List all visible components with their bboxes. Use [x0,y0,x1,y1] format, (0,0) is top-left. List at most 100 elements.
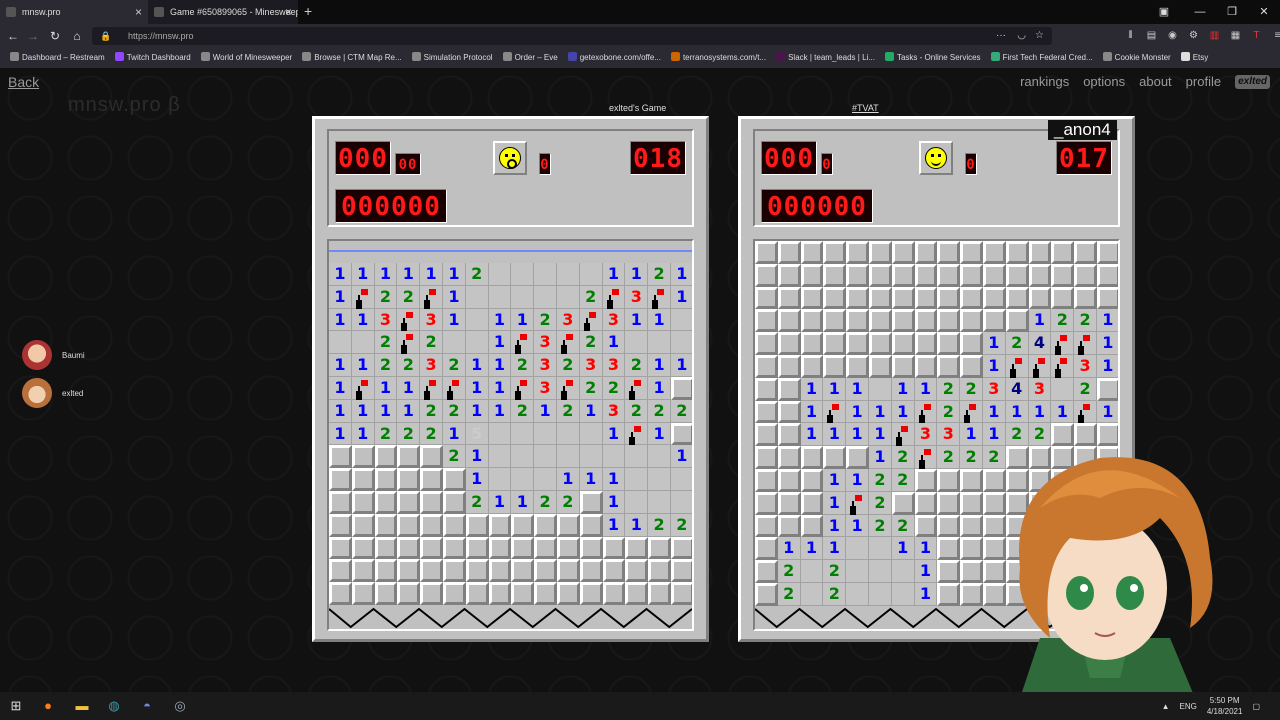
empty-cell[interactable] [625,331,649,355]
number-cell[interactable]: 2 [579,376,603,400]
hidden-cell[interactable] [625,536,649,560]
number-cell[interactable]: 2 [777,582,801,606]
number-cell[interactable]: 1 [868,446,892,469]
hidden-cell[interactable] [755,400,778,424]
file-explorer-icon[interactable]: ▬ [72,696,92,716]
empty-cell[interactable] [579,263,603,286]
hidden-cell[interactable] [755,514,778,538]
empty-cell[interactable] [1051,377,1075,401]
empty-cell[interactable] [534,445,557,469]
hidden-cell[interactable] [777,354,801,378]
hidden-cell[interactable] [511,536,535,560]
hidden-cell[interactable] [937,354,961,378]
bookmark-item[interactable]: Order – Eve [502,48,558,68]
account-icon[interactable]: ◉ [1164,27,1181,45]
number-cell[interactable]: 1 [914,537,938,561]
empty-cell[interactable] [534,422,557,446]
hidden-cell[interactable] [329,559,352,583]
hidden-cell[interactable] [648,536,671,560]
number-cell[interactable]: 1 [823,377,847,401]
hidden-cell[interactable] [777,309,801,333]
number-cell[interactable]: 1 [1051,400,1075,424]
forward-icon[interactable]: → [24,27,42,45]
number-cell[interactable]: 4 [1028,332,1052,355]
empty-cell[interactable] [846,560,869,583]
number-cell[interactable]: 1 [420,263,443,286]
number-cell[interactable]: 2 [397,354,421,377]
hidden-cell[interactable] [511,559,535,583]
number-cell[interactable]: 3 [556,308,580,332]
hidden-cell[interactable] [755,468,778,492]
number-cell[interactable]: 2 [374,422,398,446]
hidden-cell[interactable] [374,513,398,537]
hidden-cell[interactable] [755,560,778,583]
hidden-cell[interactable] [914,468,938,492]
hidden-cell[interactable] [800,491,824,515]
number-cell[interactable]: 1 [891,537,915,561]
hidden-cell[interactable] [374,582,398,605]
hidden-cell[interactable] [648,582,671,605]
number-cell[interactable]: 2 [442,399,466,423]
hidden-cell[interactable] [511,582,535,605]
bookmark-item[interactable]: getexobone.com/offe... [567,48,661,68]
number-cell[interactable]: 3 [937,423,961,447]
hidden-cell[interactable] [556,513,580,537]
hidden-cell[interactable] [982,309,1006,333]
number-cell[interactable]: 2 [442,354,466,377]
number-cell[interactable]: 2 [891,446,915,469]
number-cell[interactable]: 1 [670,354,692,377]
number-cell[interactable]: 2 [511,399,535,423]
empty-cell[interactable] [800,560,824,583]
tab-mnsw[interactable]: mnsw.pro × [0,0,148,24]
hidden-cell[interactable] [937,491,961,515]
player-entry[interactable]: exlted [22,378,83,408]
hidden-cell[interactable] [1074,263,1097,287]
hidden-cell[interactable] [1074,286,1097,310]
hidden-cell[interactable] [1051,263,1075,287]
number-cell[interactable]: 2 [625,354,649,377]
hidden-cell[interactable] [937,537,961,561]
clock[interactable]: 5:50 PM 4/18/2021 [1207,695,1243,717]
number-cell[interactable]: 1 [914,377,938,401]
extension-icon[interactable]: ▦ [1227,27,1244,45]
hidden-cell[interactable] [420,559,443,583]
number-cell[interactable]: 1 [329,285,352,309]
number-cell[interactable]: 2 [397,285,421,309]
reload-icon[interactable]: ↻ [46,27,64,45]
number-cell[interactable]: 1 [823,514,847,538]
hidden-cell[interactable] [442,536,466,560]
hidden-cell[interactable] [755,423,778,447]
notifications-icon[interactable]: ▢ [1252,702,1260,711]
hidden-cell[interactable] [374,468,398,491]
flagged-cell[interactable] [397,331,421,355]
hidden-cell[interactable] [511,513,535,537]
flagged-cell[interactable] [351,376,375,400]
number-cell[interactable]: 2 [823,560,847,583]
hidden-cell[interactable] [755,491,778,515]
hidden-cell[interactable] [351,559,375,583]
number-cell[interactable]: 1 [625,263,649,286]
number-cell[interactable]: 1 [465,399,489,423]
hidden-cell[interactable] [914,263,938,287]
empty-cell[interactable] [868,560,892,583]
hidden-cell[interactable] [465,513,489,537]
hidden-cell[interactable] [397,468,421,491]
hidden-cell[interactable] [1051,286,1075,310]
hidden-cell[interactable] [420,536,443,560]
number-cell[interactable]: 2 [1051,309,1075,333]
number-cell[interactable]: 1 [556,468,580,491]
hidden-cell[interactable] [488,582,512,605]
number-cell[interactable]: 2 [1005,332,1029,355]
hidden-cell[interactable] [823,286,847,310]
flagged-cell[interactable] [397,308,421,332]
hidden-cell[interactable] [800,286,824,310]
number-cell[interactable]: 1 [823,423,847,447]
number-cell[interactable]: 2 [374,331,398,355]
empty-cell[interactable] [868,537,892,561]
number-cell[interactable]: 1 [329,308,352,332]
number-cell[interactable]: 2 [602,376,626,400]
empty-cell[interactable] [511,422,535,446]
empty-cell[interactable] [465,331,489,355]
hidden-cell[interactable] [755,354,778,378]
hidden-cell[interactable] [374,490,398,514]
